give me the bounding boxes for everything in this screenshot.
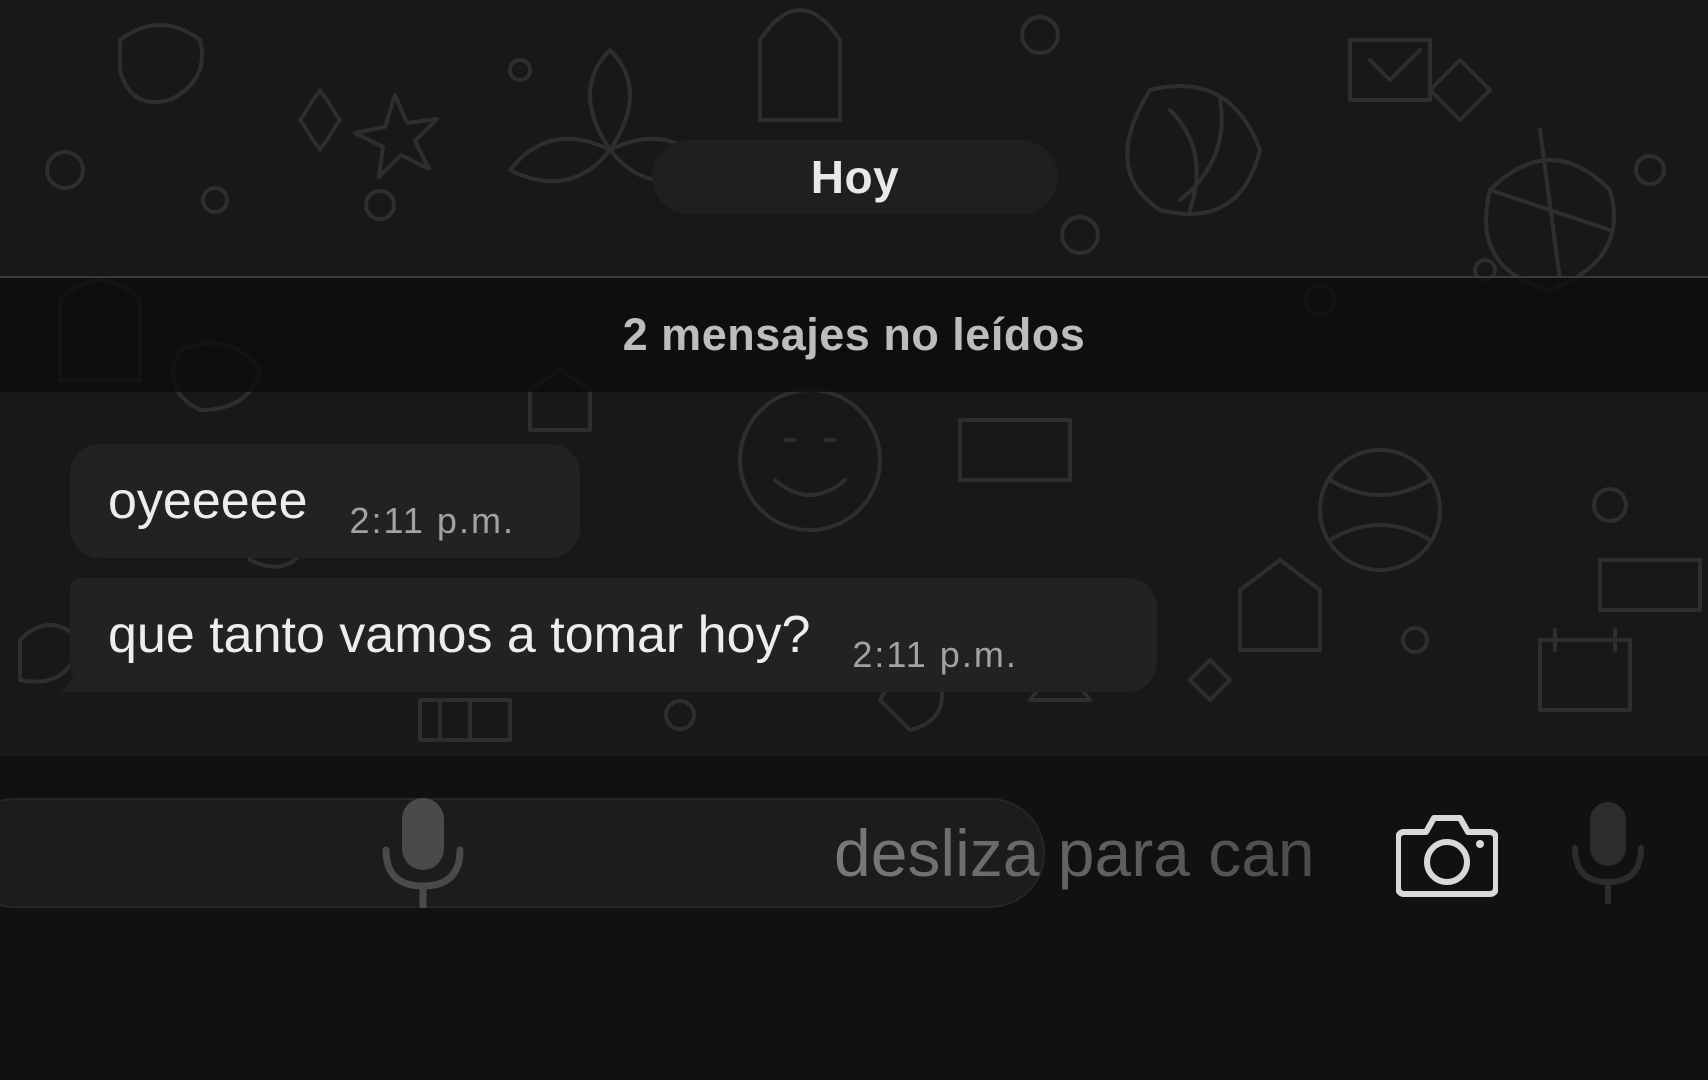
- unread-messages-banner: 2 mensajes no leídos: [0, 276, 1708, 392]
- message-text: que tanto vamos a tomar hoy?: [108, 606, 811, 664]
- message-time: 2:11 p.m.: [852, 634, 1018, 675]
- slide-to-cancel-hint[interactable]: desliza para can: [834, 808, 1315, 898]
- unread-messages-label: 2 mensajes no leídos: [622, 309, 1086, 360]
- mic-icon[interactable]: [1570, 800, 1646, 904]
- message-bubble[interactable]: oyeeeee 2:11 p.m.: [70, 444, 580, 558]
- mic-icon: [382, 798, 464, 908]
- message-bubble[interactable]: que tanto vamos a tomar hoy? 2:11 p.m.: [70, 578, 1157, 692]
- message-time: 2:11 p.m.: [349, 500, 515, 541]
- message-text: oyeeeee: [108, 472, 308, 530]
- chat-area[interactable]: Hoy 2 mensajes no leídos oyeeeee 2:11 p.…: [0, 0, 1708, 756]
- date-separator: Hoy: [652, 140, 1058, 214]
- chat-screen: Hoy 2 mensajes no leídos oyeeeee 2:11 p.…: [0, 0, 1708, 1080]
- camera-icon[interactable]: [1396, 810, 1498, 900]
- date-separator-label: Hoy: [810, 151, 900, 203]
